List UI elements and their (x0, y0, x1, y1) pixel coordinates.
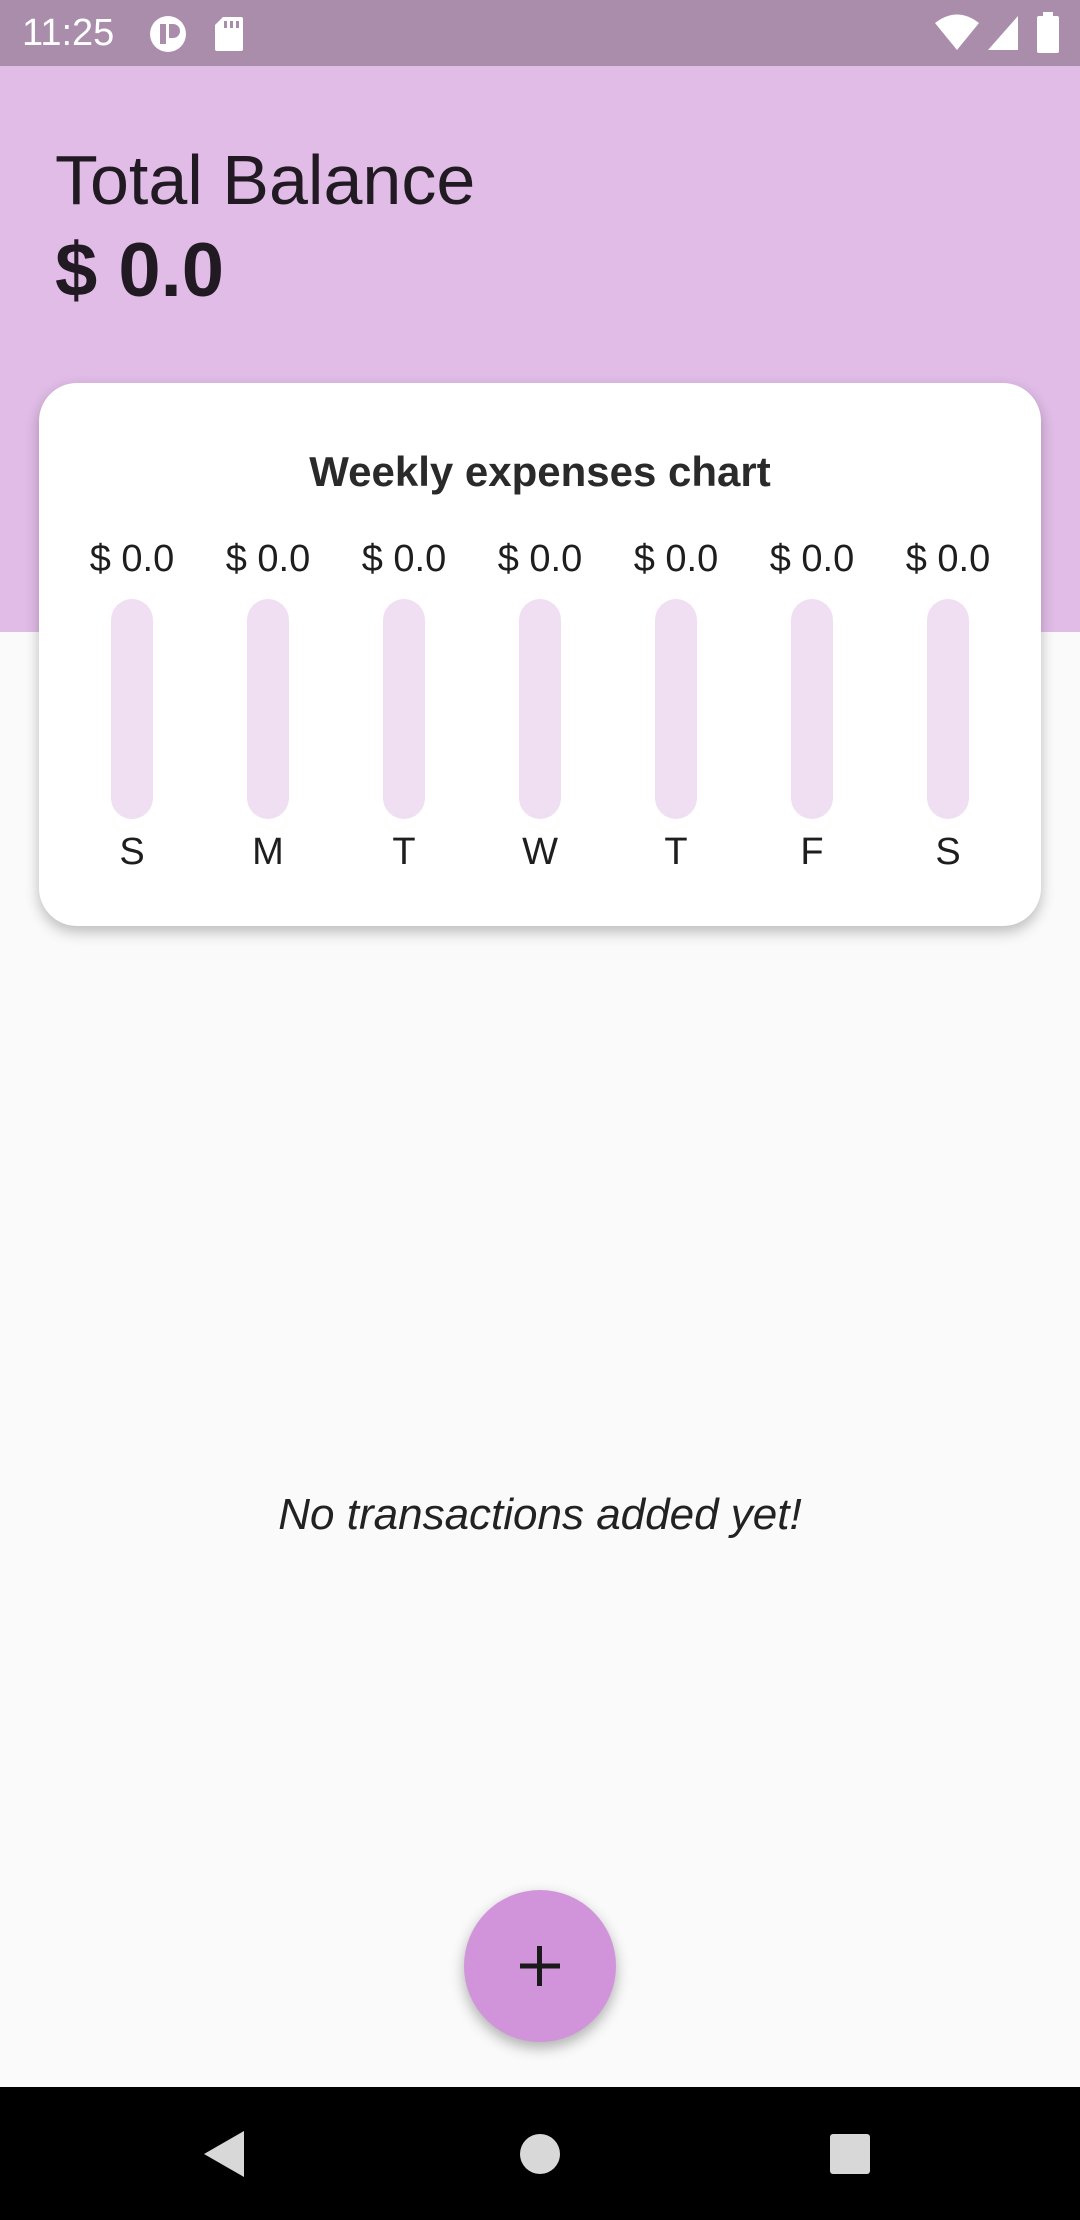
home-icon[interactable] (518, 2132, 562, 2176)
status-time: 11:25 (22, 12, 115, 54)
bar-track (927, 599, 969, 819)
status-bar: 11:25 (0, 0, 1080, 66)
bar-day-label: S (119, 831, 145, 873)
bar-amount-label: $ 0.0 (633, 538, 719, 580)
weekly-chart-card: Weekly expenses chart $ 0.0 S $ 0.0 M $ 0.0 T… (39, 383, 1041, 926)
bar-track (655, 599, 697, 819)
bar-track (247, 599, 289, 819)
total-balance-label: Total Balance (55, 141, 476, 219)
recents-icon[interactable] (828, 2132, 872, 2176)
bar-day-label: S (935, 831, 961, 873)
app-notification-icon (150, 16, 186, 52)
bar-day-label: T (664, 831, 688, 873)
bar-day-label: F (800, 831, 824, 873)
total-balance-value: $ 0.0 (55, 228, 225, 313)
bar-track (111, 599, 153, 819)
add-transaction-button[interactable] (464, 1890, 616, 2042)
bar-amount-label: $ 0.0 (361, 538, 447, 580)
wifi-icon (935, 14, 979, 50)
back-icon[interactable] (200, 2127, 250, 2181)
bar-day-label: W (522, 831, 558, 873)
bar-amount-label: $ 0.0 (905, 538, 991, 580)
bar-day-label: M (252, 831, 284, 873)
bar-amount-label: $ 0.0 (225, 538, 311, 580)
battery-icon (1037, 12, 1059, 53)
signal-icon (988, 16, 1018, 50)
plus-icon (520, 1946, 560, 1986)
bar-amount-label: $ 0.0 (769, 538, 855, 580)
chart-title: Weekly expenses chart (309, 448, 771, 495)
bar-track (791, 599, 833, 819)
bar-day-label: T (392, 831, 416, 873)
bar-amount-label: $ 0.0 (497, 538, 583, 580)
empty-transactions-message: No transactions added yet! (278, 1490, 802, 1539)
navigation-bar (0, 2087, 1080, 2220)
sd-card-icon (215, 17, 243, 51)
bar-track (519, 599, 561, 819)
bar-track (383, 599, 425, 819)
bar-amount-label: $ 0.0 (89, 538, 175, 580)
